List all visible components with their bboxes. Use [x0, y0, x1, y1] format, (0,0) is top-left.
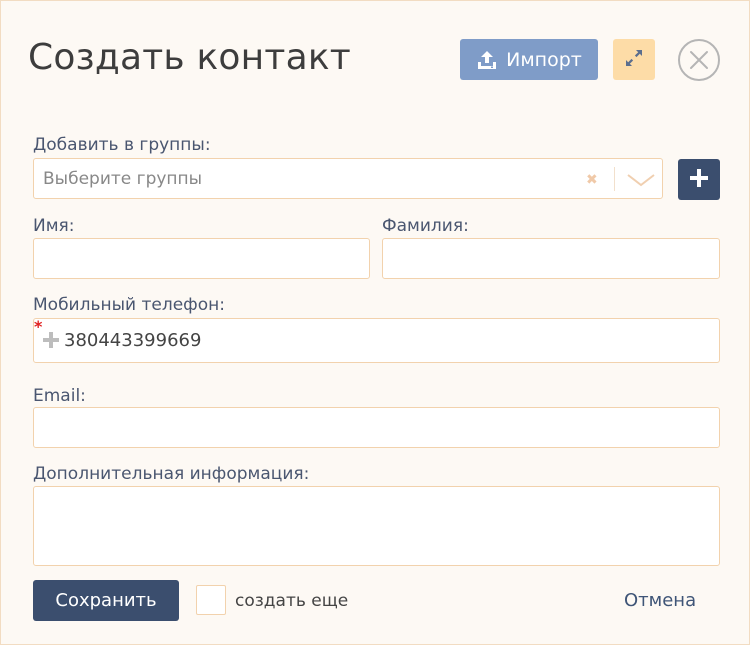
expand-button[interactable] [613, 39, 655, 80]
last-name-input[interactable] [382, 238, 720, 279]
groups-select[interactable]: Выберите группы ✖ [33, 158, 663, 199]
create-more-label[interactable]: создать еще [235, 591, 348, 611]
import-label: Импорт [506, 48, 582, 71]
dialog-title: Создать контакт [28, 37, 351, 78]
close-circle-icon [677, 39, 721, 85]
expand-icon [623, 47, 645, 72]
add-group-button[interactable] [678, 159, 720, 200]
save-button[interactable]: Сохранить [33, 580, 179, 621]
email-label: Email: [33, 386, 86, 406]
clear-icon[interactable]: ✖ [586, 172, 598, 188]
upload-icon [476, 49, 498, 71]
phone-label: Мобильный телефон: [33, 295, 225, 315]
cancel-link[interactable]: Отмена [624, 590, 696, 611]
groups-label: Добавить в группы: [33, 135, 211, 155]
email-input[interactable] [33, 407, 720, 448]
phone-input[interactable] [33, 318, 720, 363]
groups-placeholder: Выберите группы [43, 169, 203, 189]
notes-textarea[interactable] [33, 486, 720, 566]
select-divider [614, 167, 615, 191]
last-name-label: Фамилия: [382, 216, 469, 236]
first-name-label: Имя: [33, 216, 75, 236]
first-name-input[interactable] [33, 238, 370, 279]
create-contact-dialog: Создать контакт Импорт Добавить в группы… [0, 0, 750, 645]
chevron-down-icon[interactable] [626, 172, 656, 191]
create-more-checkbox[interactable] [196, 585, 226, 615]
notes-label: Дополнительная информация: [33, 464, 310, 484]
plus-icon [43, 332, 59, 352]
close-button[interactable] [677, 38, 721, 82]
import-button[interactable]: Импорт [460, 39, 598, 80]
required-mark: * [34, 317, 43, 336]
plus-icon [689, 168, 709, 191]
